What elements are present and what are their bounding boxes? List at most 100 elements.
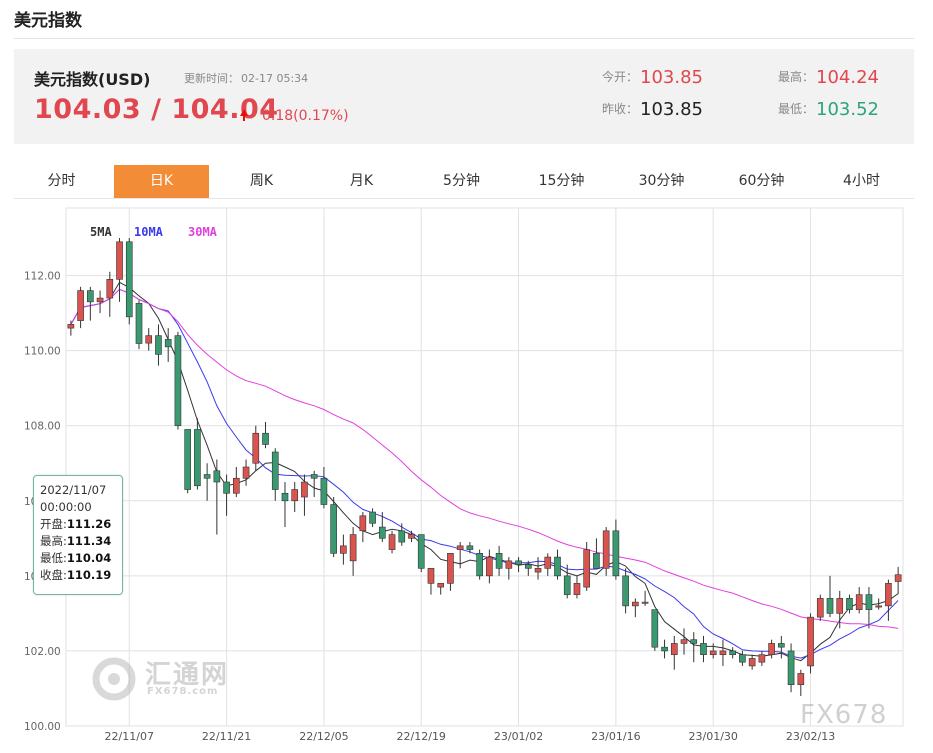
candle-body [729, 650, 736, 655]
y-tick-label: 112.00 [24, 271, 61, 283]
candle-body [106, 279, 114, 299]
stat-prev-close: 昨收： 103.85 [602, 99, 703, 120]
arrow-up-icon-stem [243, 115, 245, 121]
candle [456, 542, 464, 569]
candle-body [378, 526, 386, 539]
stat-open-value: 103.85 [640, 67, 703, 88]
candle-body [213, 470, 221, 483]
candle [865, 587, 873, 629]
watermark-site-url: FX678.com [147, 686, 219, 697]
candle-body [700, 643, 707, 655]
candle [787, 643, 795, 693]
tab-4hour[interactable]: 4小时 [814, 165, 909, 198]
tab-30min[interactable]: 30分钟 [614, 165, 709, 198]
candle [388, 530, 396, 554]
tooltip-close-value: 110.19 [66, 568, 112, 582]
stat-open: 今开： 103.85 [602, 67, 703, 88]
candle-body [622, 575, 629, 607]
x-tick-label: 22/12/05 [299, 730, 348, 743]
candle-body [524, 564, 532, 569]
tab-intraday[interactable]: 分时 [14, 165, 109, 198]
watermark-logo-icon [92, 657, 136, 701]
quote-panel: 美元指数(USD) 更新时间： 02-17 05:34 104.03 / 104.… [14, 49, 914, 144]
candle-body [437, 583, 445, 588]
y-tick-label: 100.00 [24, 721, 61, 733]
tooltip-high: 最高:111.34 [40, 533, 122, 550]
candle [700, 635, 707, 663]
candle-body [573, 583, 581, 595]
candle-body [758, 654, 766, 663]
candle-body [797, 673, 805, 686]
candle [593, 538, 600, 569]
tooltip-close: 收盘:110.19 [40, 567, 122, 584]
candle-body [778, 643, 785, 648]
candle [184, 429, 191, 494]
candle [77, 286, 84, 329]
candle [622, 568, 629, 614]
candle [651, 609, 659, 651]
candle [310, 470, 318, 498]
candle [408, 530, 415, 543]
legend-5ma: 5MA [90, 225, 112, 239]
watermark-brand: FX678 [800, 700, 888, 730]
stat-high-value: 104.24 [816, 67, 879, 88]
candle [125, 238, 133, 325]
tooltip-high-label: 最高: [40, 534, 67, 548]
candle-body [417, 534, 425, 569]
candle-body [554, 556, 561, 577]
candle [223, 474, 230, 516]
candle [349, 527, 357, 576]
tab-daily-k[interactable]: 日K [114, 165, 209, 198]
tab-15min[interactable]: 15分钟 [514, 165, 609, 198]
candle-body [836, 598, 844, 614]
candle [378, 512, 386, 543]
title-divider [14, 38, 914, 39]
candle-body [164, 339, 172, 348]
x-tick-label: 22/12/19 [397, 730, 446, 743]
candle [729, 647, 736, 659]
candle [427, 568, 435, 595]
candle-body [447, 553, 454, 584]
candle [641, 590, 649, 606]
tab-60min[interactable]: 60分钟 [714, 165, 809, 198]
x-tick-label: 22/11/07 [105, 730, 154, 743]
candle [281, 482, 289, 528]
candle [67, 320, 75, 336]
candle-body [544, 556, 552, 569]
candle-body [359, 515, 367, 532]
candle [602, 527, 610, 576]
candle [709, 643, 717, 659]
candle [155, 324, 162, 366]
update-time: 更新时间： 02-17 05:34 [184, 70, 308, 86]
candle-body [787, 650, 795, 686]
candle-body [271, 451, 279, 490]
candle-body [612, 530, 620, 577]
candle-body [807, 616, 814, 667]
candle [855, 587, 863, 614]
tab-5min[interactable]: 5分钟 [414, 165, 509, 198]
candle-body [466, 545, 474, 550]
candle-body [320, 477, 328, 505]
candle [233, 467, 240, 498]
tab-weekly-k[interactable]: 周K [214, 165, 309, 198]
candle [758, 650, 766, 666]
legend-10ma: 10MA [134, 225, 164, 239]
candle [447, 553, 454, 591]
update-time-value: 02-17 05:34 [241, 72, 309, 85]
candle-body [340, 545, 347, 554]
plot-frame [65, 207, 904, 727]
candle [135, 300, 143, 350]
candle-body [87, 290, 94, 303]
x-tick-label: 23/02/13 [786, 730, 835, 743]
candle-body [223, 481, 230, 494]
candle-body [174, 335, 182, 427]
tab-monthly-k[interactable]: 月K [314, 165, 409, 198]
x-tick-label: 23/01/30 [689, 730, 738, 743]
candle-body [680, 639, 688, 644]
candle [320, 467, 328, 509]
candle-body [719, 650, 727, 655]
candles [67, 238, 902, 696]
candle-body [233, 477, 240, 494]
candle [174, 331, 182, 430]
x-tick-label: 23/01/02 [494, 730, 543, 743]
